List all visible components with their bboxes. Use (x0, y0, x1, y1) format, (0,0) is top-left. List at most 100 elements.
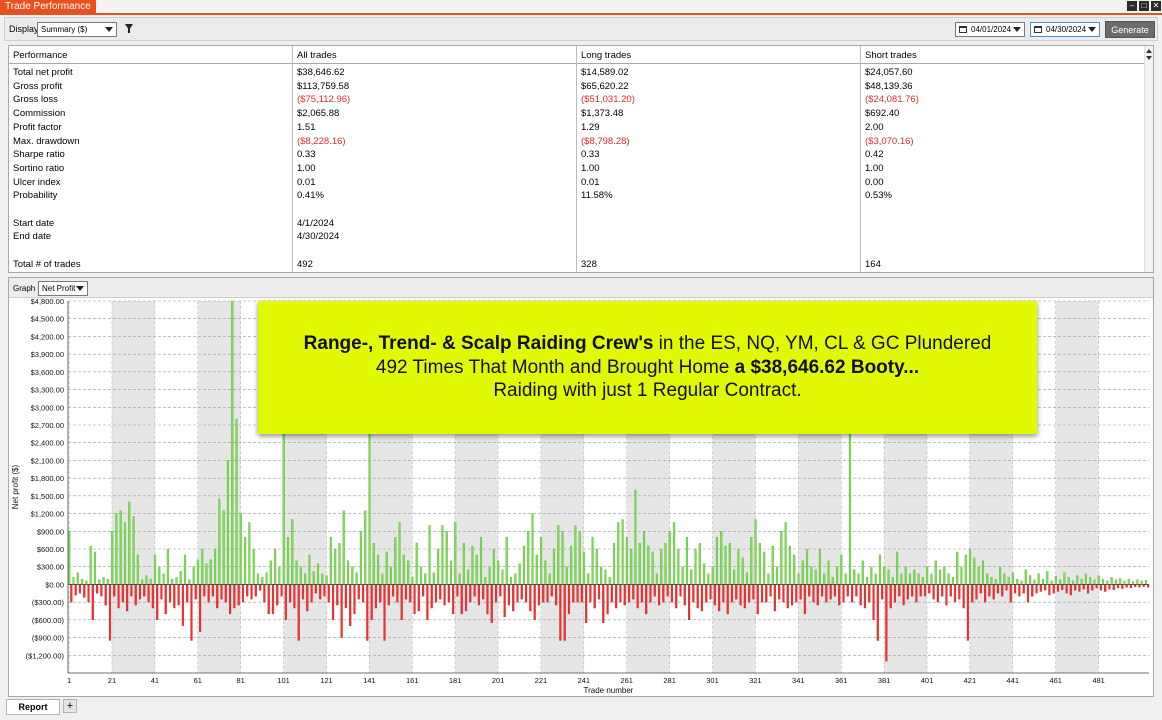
header-performance[interactable]: Performance (13, 50, 67, 61)
bar (1097, 575, 1100, 585)
bar (130, 584, 133, 597)
tab-report[interactable]: Report (6, 699, 60, 715)
minimize-icon[interactable]: – (1127, 1, 1137, 11)
display-select[interactable]: Summary ($) (37, 22, 117, 37)
bar (331, 584, 335, 621)
bar (786, 584, 789, 609)
bar (372, 542, 375, 585)
bar (868, 584, 871, 603)
y-tick-label: $300.00 (37, 563, 64, 572)
cell-short: $48,139.36 (865, 80, 913, 92)
header-all-trades[interactable]: All trades (297, 50, 337, 61)
bar (368, 413, 371, 585)
header-long-trades[interactable]: Long trades (581, 50, 631, 61)
bar (149, 578, 152, 585)
table-row[interactable] (9, 203, 1145, 217)
scroll-down-icon[interactable] (1146, 56, 1152, 60)
table-row[interactable]: Ulcer index 0.01 0.01 0.00 (9, 176, 1145, 190)
table-row[interactable]: End date 4/30/2024 (9, 230, 1145, 244)
bar (1056, 584, 1060, 592)
bar (497, 560, 500, 585)
generate-button[interactable]: Generate (1105, 21, 1155, 38)
bar (447, 584, 450, 603)
header-short-trades[interactable]: Short trades (865, 50, 917, 61)
bar (1078, 584, 1081, 592)
cell-short: $24,057.60 (865, 67, 913, 78)
bar (276, 584, 279, 606)
date-to-picker[interactable]: 04/30/2024 (1030, 22, 1100, 37)
bar (479, 537, 483, 585)
bar (1116, 584, 1120, 589)
cell-all: 4/30/2024 (297, 231, 340, 243)
bar (426, 584, 429, 621)
table-row[interactable]: Commission $2,065.88 $1,373.48 $692.40 (9, 107, 1145, 121)
bar (91, 584, 94, 621)
table-row[interactable]: Gross profit $113,759.58 $65,620.22 $48,139… (9, 80, 1145, 94)
table-row[interactable]: Max. drawdown ($8,228.16) ($8,798.28) ($3,0… (9, 135, 1145, 149)
table-row[interactable]: Total net profit $38,646.62 $14,589.02 $24,… (9, 66, 1145, 80)
maximize-icon[interactable]: □ (1139, 1, 1149, 11)
bar (241, 584, 245, 603)
bar (518, 563, 521, 585)
window-title: Trade Performance (0, 0, 96, 13)
bar (306, 584, 309, 612)
bar (572, 584, 575, 603)
bar (696, 584, 699, 609)
bar (516, 584, 519, 603)
bar (520, 584, 523, 600)
bar (728, 542, 731, 585)
close-icon[interactable]: ✕ (1151, 1, 1161, 11)
table-scrollbar[interactable] (1144, 46, 1153, 272)
bar (492, 548, 495, 585)
bar (434, 584, 438, 603)
table-row[interactable]: Total # of trades 492 328 164 (9, 258, 1145, 272)
bar (1016, 578, 1019, 585)
bar (700, 584, 704, 612)
table-row[interactable]: Sharpe ratio 0.33 0.33 0.42 (9, 148, 1145, 162)
bar (449, 560, 453, 585)
x-tick-label: 321 (749, 676, 762, 685)
bar (344, 584, 347, 609)
table-row[interactable]: Gross loss ($75,112.96) ($51,031.20) ($24,0… (9, 93, 1145, 107)
graph-label: Graph (13, 284, 36, 293)
bar (467, 569, 470, 585)
table-row[interactable]: Sortino ratio 1.00 1.00 1.00 (9, 162, 1145, 176)
date-from-picker[interactable]: 04/01/2024 (955, 22, 1025, 37)
bar (705, 584, 708, 603)
table-row[interactable]: Start date 4/1/2024 (9, 217, 1145, 231)
bar (1029, 575, 1032, 585)
accent-divider (0, 13, 1162, 15)
bar (389, 566, 393, 585)
bar (1031, 584, 1034, 597)
bar (975, 584, 978, 600)
bar (604, 569, 607, 585)
bar (1080, 578, 1083, 585)
graph-select[interactable]: Net Profit (38, 281, 88, 296)
bar (1095, 584, 1098, 589)
bar (917, 573, 920, 585)
bar (186, 584, 189, 603)
x-tick-label: 41 (151, 676, 159, 685)
table-row[interactable] (9, 244, 1145, 258)
bar (1112, 584, 1115, 590)
bar (814, 569, 817, 585)
bar (424, 573, 427, 585)
bar (179, 571, 182, 585)
bar (143, 584, 146, 597)
bar (606, 584, 609, 615)
scroll-up-icon[interactable] (1146, 49, 1152, 53)
bar (660, 548, 663, 585)
shaded-band (197, 301, 241, 673)
bar (527, 531, 530, 585)
bar (78, 584, 82, 594)
bar (971, 584, 974, 603)
bar (205, 563, 208, 585)
bar (428, 525, 431, 585)
bar (1007, 577, 1010, 585)
bar (1136, 579, 1139, 585)
add-tab-button[interactable]: + (63, 699, 77, 713)
table-row[interactable]: Profit factor 1.51 1.29 2.00 (9, 121, 1145, 135)
bar (795, 584, 798, 603)
table-row[interactable]: Probability 0.41% 11.58% 0.53% (9, 189, 1145, 203)
bar (911, 584, 914, 597)
